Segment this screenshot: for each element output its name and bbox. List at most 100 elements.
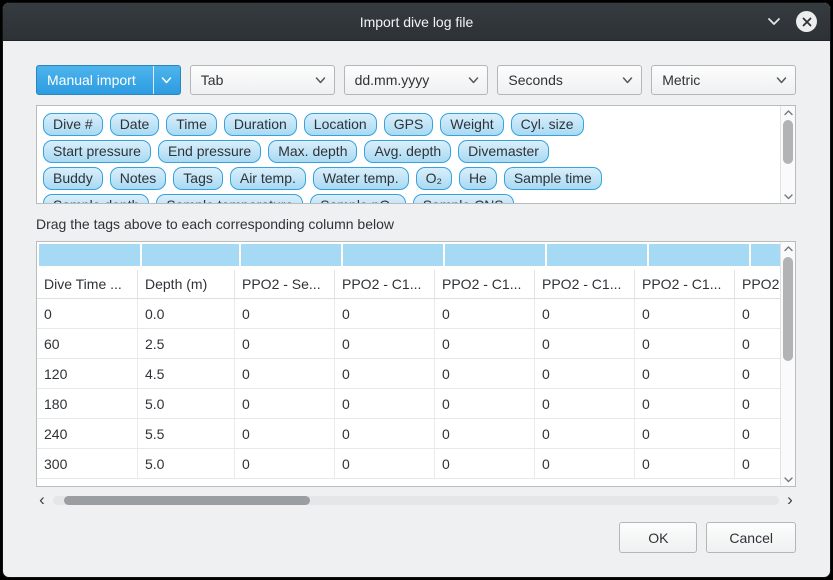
tag-divemaster[interactable]: Divemaster xyxy=(458,140,549,163)
tag-buddy[interactable]: Buddy xyxy=(43,167,103,190)
column-header: PPO2 xyxy=(735,270,780,298)
table-scrollbar[interactable] xyxy=(780,242,795,486)
cancel-button[interactable]: Cancel xyxy=(706,522,796,553)
chevron-left-icon[interactable]: ‹ xyxy=(36,493,48,507)
tag-duration[interactable]: Duration xyxy=(224,113,297,136)
tag-end-pressure[interactable]: End pressure xyxy=(158,140,261,163)
scrollbar-track[interactable] xyxy=(53,496,779,505)
column-header: PPO2 - C1... xyxy=(335,270,435,298)
cell: 4.5 xyxy=(138,359,235,388)
cell: 0 xyxy=(535,449,635,478)
field-separator-select[interactable]: Tab xyxy=(190,65,335,95)
import-mode-select[interactable]: Manual import xyxy=(36,65,181,95)
cell: 0 xyxy=(335,449,435,478)
duration-format-select[interactable]: Seconds xyxy=(497,65,642,95)
tag-sample-po-[interactable]: Sample pO₂ xyxy=(310,194,405,204)
tag-max-depth[interactable]: Max. depth xyxy=(268,140,357,163)
tag-weight[interactable]: Weight xyxy=(440,113,503,136)
tag-date[interactable]: Date xyxy=(110,113,160,136)
column-dropzone[interactable] xyxy=(649,244,749,266)
tag-o-[interactable]: O₂ xyxy=(416,167,452,190)
import-dialog: Import dive log file Manual import Tab dd.… xyxy=(2,2,831,578)
tag-time[interactable]: Time xyxy=(166,113,217,136)
column-header: Dive Time ... xyxy=(37,270,138,298)
cell: 0 xyxy=(235,299,335,328)
cell: 5.5 xyxy=(138,419,235,448)
ok-button[interactable]: OK xyxy=(619,522,697,553)
scrollbar-thumb[interactable] xyxy=(783,257,793,361)
cell: 180 xyxy=(37,389,138,418)
column-dropzone[interactable] xyxy=(241,244,341,266)
table-row: 3005.0000000 xyxy=(37,449,780,479)
chevron-down-icon[interactable] xyxy=(781,190,795,203)
combo-value: Tab xyxy=(191,72,307,88)
tag-sample-depth[interactable]: Sample depth xyxy=(43,194,149,204)
cell: 0.0 xyxy=(138,299,235,328)
table-row: 2405.5000000 xyxy=(37,419,780,449)
titlebar[interactable]: Import dive log file xyxy=(3,3,830,41)
tag-location[interactable]: Location xyxy=(304,113,377,136)
cell: 2.5 xyxy=(138,329,235,358)
cell: 0 xyxy=(735,359,780,388)
combo-value: Seconds xyxy=(498,72,614,88)
column-dropzone[interactable] xyxy=(39,244,140,266)
preview-table: Dive Time ...Depth (m)PPO2 - Se...PPO2 -… xyxy=(36,241,796,487)
tag-dive-[interactable]: Dive # xyxy=(43,113,103,136)
chevron-down-icon xyxy=(614,66,641,94)
cell: 0 xyxy=(635,449,735,478)
tagpanel-scrollbar[interactable] xyxy=(780,106,795,203)
table-body: 00.0000000602.50000001204.50000001805.00… xyxy=(37,299,795,479)
tag-he[interactable]: He xyxy=(459,167,497,190)
cell: 0 xyxy=(635,329,735,358)
cell: 0 xyxy=(535,299,635,328)
scrollbar-track[interactable] xyxy=(781,255,795,473)
column-dropzone[interactable] xyxy=(547,244,647,266)
cell: 0 xyxy=(535,419,635,448)
tag-gps[interactable]: GPS xyxy=(384,113,434,136)
column-header: PPO2 - C1... xyxy=(635,270,735,298)
tag-sample-cns[interactable]: Sample CNS xyxy=(413,194,514,204)
table-row: 1805.0000000 xyxy=(37,389,780,419)
cell: 0 xyxy=(535,359,635,388)
tag-sample-time[interactable]: Sample time xyxy=(504,167,602,190)
units-select[interactable]: Metric xyxy=(651,65,796,95)
column-header: PPO2 - C1... xyxy=(535,270,635,298)
chevron-down-icon xyxy=(153,66,180,94)
close-icon[interactable] xyxy=(796,11,817,32)
date-format-select[interactable]: dd.mm.yyyy xyxy=(344,65,489,95)
cell: 0 xyxy=(535,329,635,358)
column-header: PPO2 - Se... xyxy=(235,270,335,298)
column-dropzone[interactable] xyxy=(142,244,239,266)
cell: 0 xyxy=(335,359,435,388)
column-dropzone[interactable] xyxy=(751,244,780,266)
scrollbar-track[interactable] xyxy=(781,119,795,190)
table-hscrollbar[interactable]: ‹ › xyxy=(36,492,796,508)
table-row: 602.5000000 xyxy=(37,329,780,359)
cell: 240 xyxy=(37,419,138,448)
cell: 0 xyxy=(735,449,780,478)
chevron-right-icon[interactable]: › xyxy=(784,493,796,507)
cell: 0 xyxy=(335,419,435,448)
tag-notes[interactable]: Notes xyxy=(110,167,167,190)
tag-cyl-size[interactable]: Cyl. size xyxy=(511,113,584,136)
chevron-down-icon[interactable] xyxy=(781,473,795,486)
tag-start-pressure[interactable]: Start pressure xyxy=(43,140,151,163)
tag-tags[interactable]: Tags xyxy=(173,167,223,190)
tag-panel: Dive # Date Time Duration Location GPS Weight C… xyxy=(36,105,796,204)
tag-air-temp-[interactable]: Air temp. xyxy=(230,167,306,190)
chevron-down-icon[interactable] xyxy=(767,17,781,26)
scrollbar-thumb[interactable] xyxy=(783,120,793,164)
cell: 300 xyxy=(37,449,138,478)
column-dropzone[interactable] xyxy=(445,244,545,266)
tag-avg-depth[interactable]: Avg. depth xyxy=(364,140,451,163)
tag-water-temp-[interactable]: Water temp. xyxy=(313,167,409,190)
chevron-up-icon[interactable] xyxy=(781,106,795,119)
dropzone-row xyxy=(37,242,780,268)
combo-value: Manual import xyxy=(37,72,153,88)
column-dropzone[interactable] xyxy=(343,244,443,266)
chevron-up-icon[interactable] xyxy=(781,242,795,255)
cell: 60 xyxy=(37,329,138,358)
scrollbar-thumb[interactable] xyxy=(64,496,310,505)
tag-sample-temperature[interactable]: Sample temperature xyxy=(156,194,303,204)
cell: 0 xyxy=(235,389,335,418)
